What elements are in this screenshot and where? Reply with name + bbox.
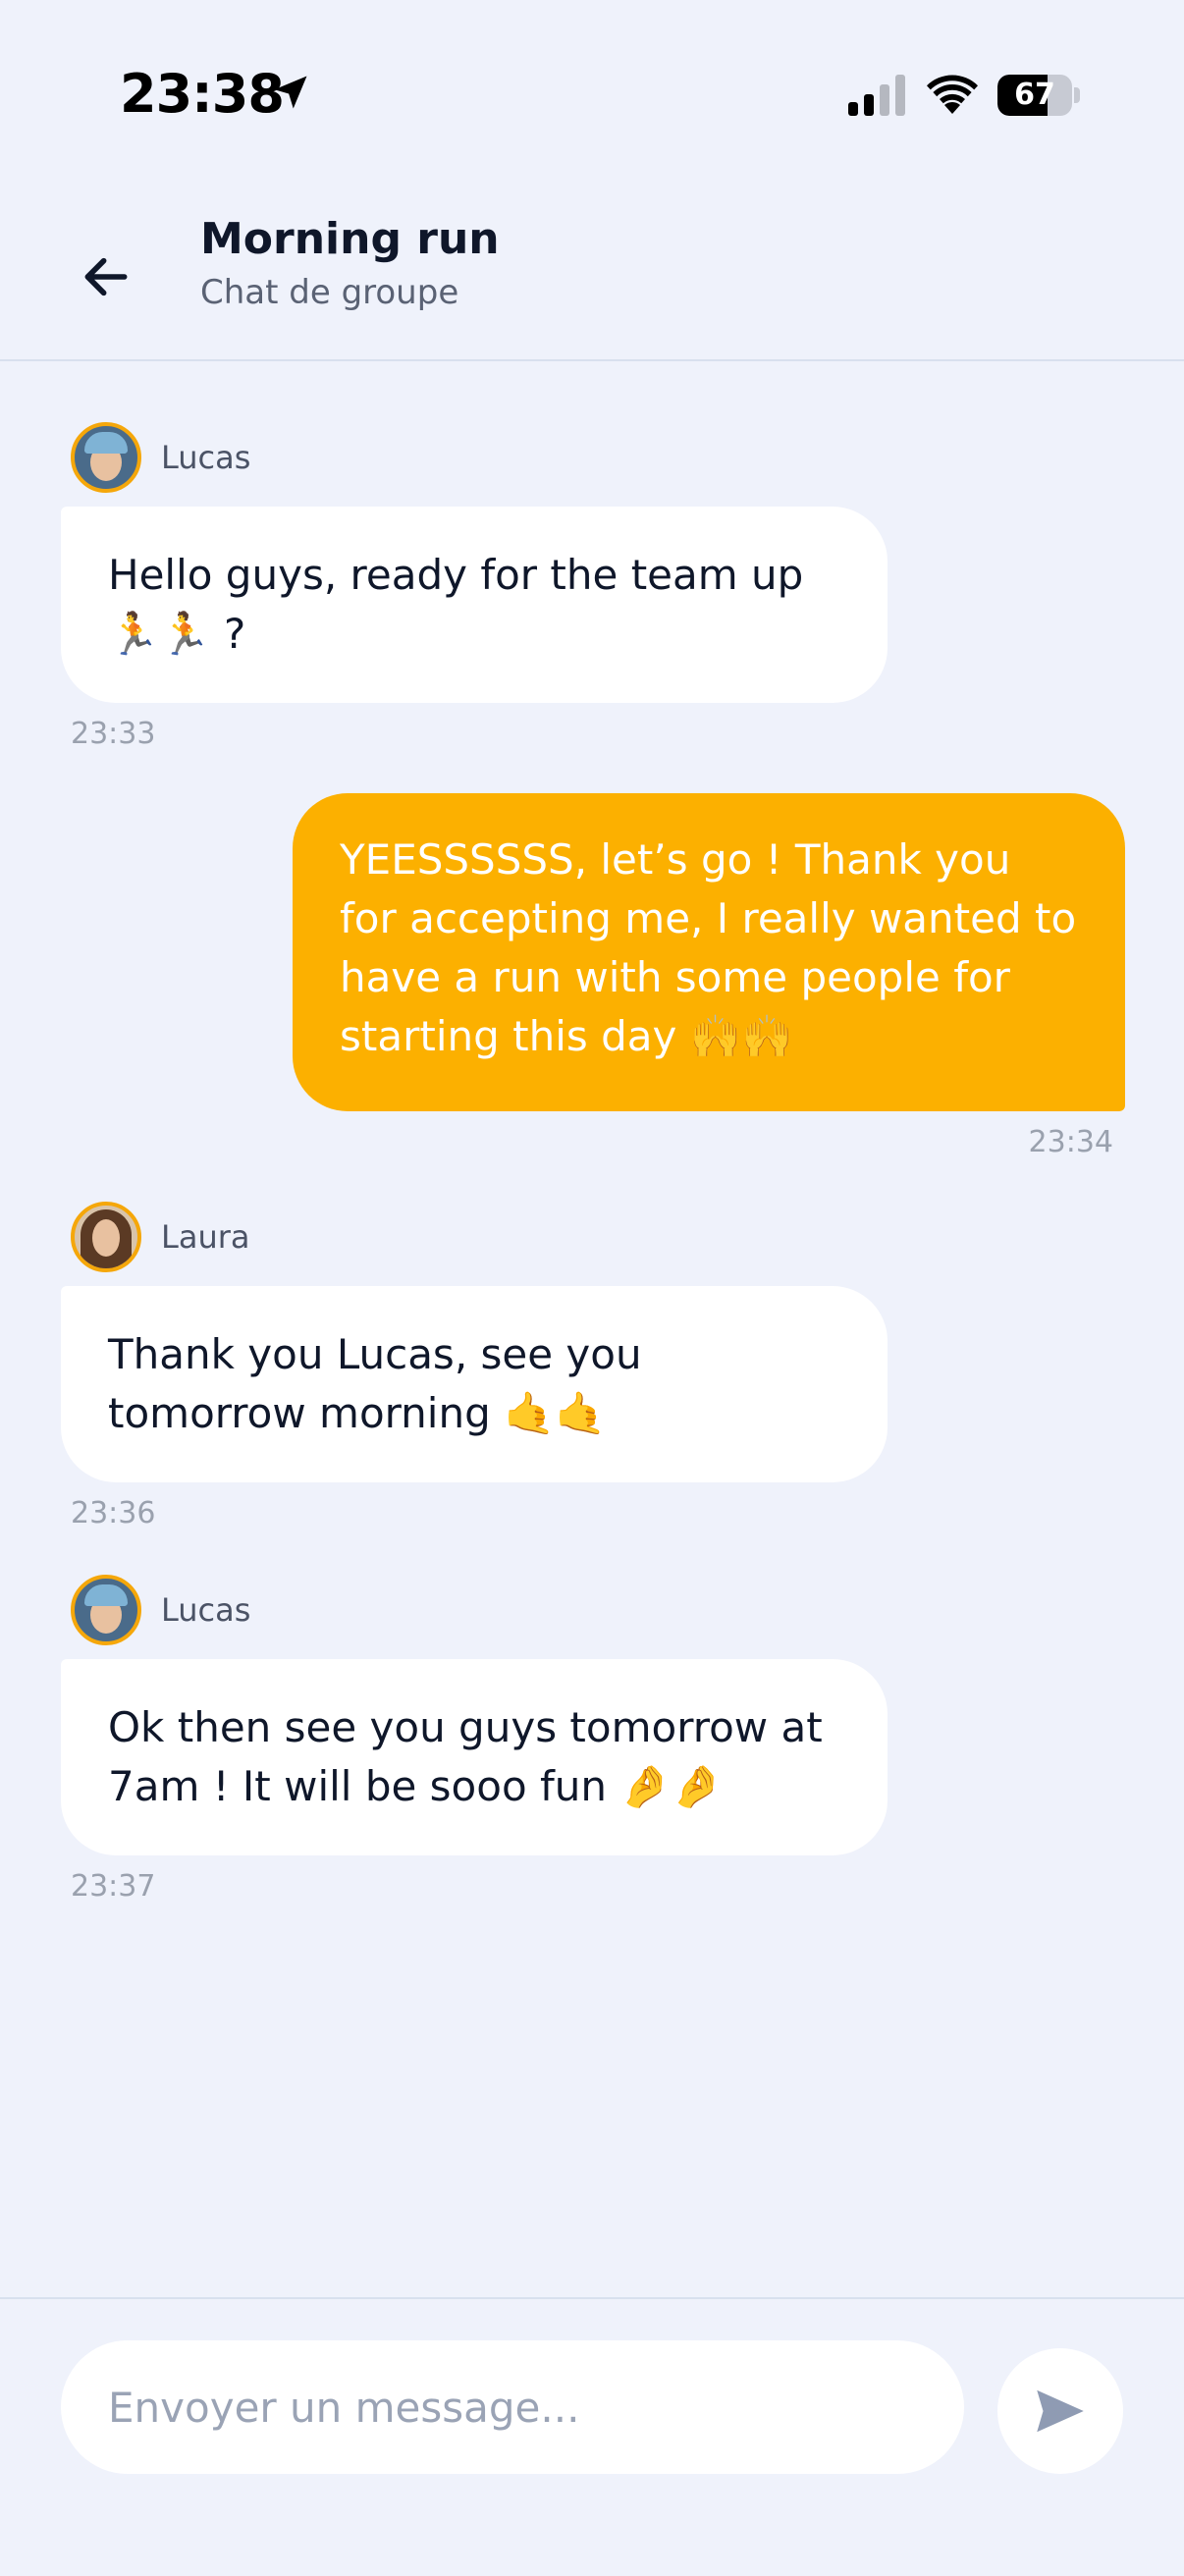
wifi-icon — [927, 75, 978, 114]
location-arrow-icon — [274, 76, 307, 109]
message-time: 23:33 — [71, 717, 156, 751]
message-composer — [0, 2297, 1184, 2576]
message-input[interactable] — [61, 2340, 964, 2474]
message-list[interactable]: Lucas Hello guys, ready for the team up … — [0, 361, 1184, 2295]
message-time: 23:34 — [1028, 1125, 1113, 1159]
message-bubble-outgoing[interactable]: YEESSSSSS, let’s go ! Thank you for acce… — [293, 793, 1125, 1111]
sender-row: Laura — [71, 1202, 249, 1272]
avatar[interactable] — [71, 422, 141, 493]
message-text: Thank you Lucas, see you tomorrow mornin… — [108, 1330, 642, 1437]
send-icon — [1037, 2389, 1084, 2433]
status-bar: 23:38 67 — [0, 0, 1184, 187]
chat-subtitle: Chat de groupe — [200, 273, 459, 312]
avatar[interactable] — [71, 1575, 141, 1645]
chat-title: Morning run — [200, 214, 500, 264]
arrow-left-icon — [84, 257, 128, 296]
message-time: 23:36 — [71, 1496, 156, 1530]
status-time: 23:38 — [120, 63, 285, 125]
sender-name: Lucas — [161, 1591, 251, 1629]
message-time: 23:37 — [71, 1869, 156, 1904]
message-text: Ok then see you guys tomorrow at 7am ! I… — [108, 1703, 823, 1810]
avatar[interactable] — [71, 1202, 141, 1272]
message-bubble-incoming[interactable]: Thank you Lucas, see you tomorrow mornin… — [61, 1286, 888, 1482]
sender-name: Lucas — [161, 439, 251, 476]
message-bubble-incoming[interactable]: Hello guys, ready for the team up 🏃🏃 ? — [61, 507, 888, 703]
sender-row: Lucas — [71, 422, 250, 493]
battery-icon: 67 — [997, 75, 1080, 116]
back-button[interactable] — [65, 236, 147, 318]
signal-icon — [848, 75, 905, 116]
sender-name: Laura — [161, 1218, 250, 1256]
chat-header: Morning run Chat de groupe — [0, 187, 1184, 361]
send-button[interactable] — [997, 2348, 1123, 2474]
battery-percentage: 67 — [1014, 78, 1055, 112]
message-text: YEESSSSSS, let’s go ! Thank you for acce… — [340, 835, 1077, 1060]
message-text: Hello guys, ready for the team up 🏃🏃 ? — [108, 551, 804, 658]
message-bubble-incoming[interactable]: Ok then see you guys tomorrow at 7am ! I… — [61, 1659, 888, 1855]
sender-row: Lucas — [71, 1575, 250, 1645]
